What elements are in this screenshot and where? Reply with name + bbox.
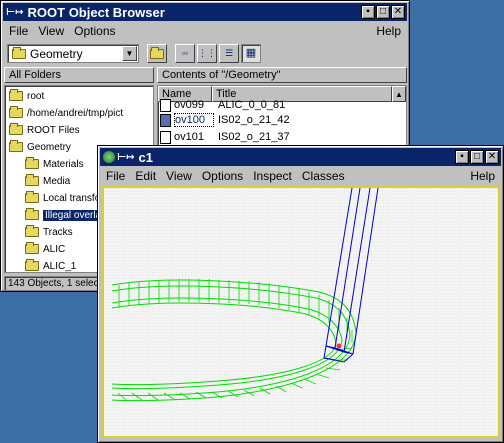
close-button[interactable]: ✕	[485, 150, 499, 164]
tree-item-tracks[interactable]: Tracks	[25, 224, 73, 240]
tree-item-home[interactable]: /home/andrei/tmp/pict	[9, 105, 123, 121]
menu-help[interactable]: Help	[470, 169, 495, 183]
window-title: ROOT Object Browser	[27, 4, 165, 20]
row-name: ov100	[174, 113, 214, 127]
folder-icon	[9, 123, 23, 135]
row-title: IS02_o_21_42	[218, 114, 290, 126]
up-folder-button[interactable]	[147, 44, 167, 63]
folder-icon	[25, 242, 39, 254]
path-combobox[interactable]: Geometry ▼	[7, 44, 139, 63]
maximize-button[interactable]: □	[470, 150, 484, 164]
overlap-point-marker	[336, 343, 342, 349]
tree-item-alic-1[interactable]: ALIC_1	[25, 258, 77, 272]
tree-item-label: ALIC	[43, 243, 66, 255]
tree-item-root[interactable]: root	[9, 88, 44, 104]
folder-icon	[25, 225, 39, 237]
minimize-button[interactable]: ▪	[455, 150, 469, 164]
menu-inspect[interactable]: Inspect	[253, 169, 292, 183]
menu-file[interactable]: File	[9, 24, 28, 38]
row-title: IS02_o_21_37	[218, 131, 290, 143]
document-icon	[160, 113, 171, 127]
list-row[interactable]: ov101 IS02_o_21_37	[160, 129, 390, 145]
root-app-icon	[103, 151, 115, 163]
document-icon	[160, 98, 171, 112]
folder-icon	[9, 89, 23, 101]
all-folders-label: All Folders	[9, 69, 61, 81]
menu-view[interactable]: View	[166, 169, 192, 183]
menu-edit[interactable]: Edit	[135, 169, 156, 183]
maximize-button[interactable]: □	[376, 5, 390, 19]
list-row[interactable]: ov100 IS02_o_21_42	[160, 112, 390, 128]
minimize-button[interactable]: ▪	[361, 5, 375, 19]
tree-item-label: Materials	[43, 158, 84, 170]
tree-item-label: Media	[43, 175, 71, 187]
canvas-title: c1	[138, 149, 153, 165]
open-folder-icon	[9, 140, 23, 152]
open-folder-icon	[25, 208, 39, 220]
small-icons-button[interactable]: ⋮⋮	[197, 44, 217, 63]
contents-header: Contents of "/Geometry"	[157, 67, 407, 83]
tree-item-label: Geometry	[27, 141, 71, 153]
tree-item-label: Local transfor	[43, 192, 104, 204]
row-title: ALIC_0_0_81	[218, 99, 286, 111]
geometry-view	[104, 188, 498, 436]
folder-icon	[12, 46, 26, 59]
app-icon: ⊢↦	[6, 6, 24, 18]
large-icons-button[interactable]: ▫▫	[175, 44, 195, 63]
folder-icon	[25, 191, 39, 203]
all-folders-header: All Folders	[4, 67, 154, 83]
contents-label: Contents of "/Geometry"	[162, 69, 281, 81]
list-view-button[interactable]: ☰	[219, 44, 239, 63]
folder-icon	[25, 174, 39, 186]
tree-item-root-files[interactable]: ROOT Files	[9, 122, 80, 138]
close-button[interactable]: ✕	[391, 5, 405, 19]
app-icon: ⊢↦	[117, 151, 135, 163]
path-combo-value: Geometry	[30, 46, 83, 61]
menu-view[interactable]: View	[38, 24, 64, 38]
canvas-menubar: File Edit View Options Inspect Classes H…	[100, 167, 501, 185]
canvas-background	[104, 188, 498, 436]
menu-file[interactable]: File	[106, 169, 125, 183]
row-name: ov099	[174, 99, 204, 111]
contents-list[interactable]: Name Title ▲ ov099 ALIC_0_0_81 ov100 IS0…	[157, 85, 407, 151]
details-view-button[interactable]: ▦	[241, 44, 261, 63]
tree-item-materials[interactable]: Materials	[25, 156, 84, 172]
menu-options[interactable]: Options	[74, 24, 115, 38]
tree-item-alic[interactable]: ALIC	[25, 241, 65, 257]
list-scroll-up-button[interactable]: ▲	[392, 86, 406, 102]
canvas-drawing-area[interactable]	[102, 186, 500, 438]
tree-item-label: Tracks	[43, 226, 73, 238]
object-browser-titlebar[interactable]: ⊢↦ ROOT Object Browser ▪ □ ✕	[3, 3, 407, 21]
list-row[interactable]: ov099 ALIC_0_0_81	[160, 98, 390, 112]
browser-menubar: File View Options Help	[3, 22, 407, 40]
menu-help[interactable]: Help	[376, 24, 401, 38]
tree-item-media[interactable]: Media	[25, 173, 70, 189]
row-name: ov101	[174, 131, 204, 143]
folder-icon	[25, 157, 39, 169]
chevron-down-icon[interactable]: ▼	[122, 46, 137, 61]
folder-icon	[25, 259, 39, 271]
folder-icon	[9, 106, 23, 118]
up-folder-icon	[150, 46, 164, 59]
document-icon	[160, 130, 171, 144]
status-text: 143 Objects, 1 selecte	[8, 278, 107, 289]
tree-item-label: ROOT Files	[27, 124, 80, 136]
tree-item-local-transforms[interactable]: Local transfor	[25, 190, 104, 206]
tree-item-label: /home/andrei/tmp/pict	[27, 107, 124, 119]
tree-item-geometry[interactable]: Geometry	[9, 139, 71, 155]
tree-item-label: ALIC_1	[43, 260, 77, 272]
menu-classes[interactable]: Classes	[302, 169, 345, 183]
menu-options[interactable]: Options	[202, 169, 243, 183]
tree-item-label: root	[27, 90, 45, 102]
canvas-titlebar[interactable]: ⊢↦ c1 ▪ □ ✕	[100, 148, 501, 166]
canvas-window: ⊢↦ c1 ▪ □ ✕ File Edit View Options Inspe…	[97, 145, 504, 443]
